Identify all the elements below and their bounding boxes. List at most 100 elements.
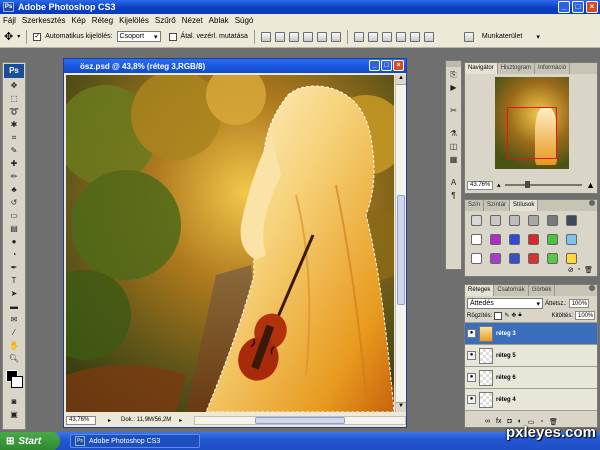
character-icon[interactable]: A xyxy=(447,177,461,188)
layers-menu-icon[interactable] xyxy=(589,285,595,291)
style-swatch[interactable] xyxy=(471,215,482,226)
pen-tool-icon[interactable]: ✒ xyxy=(5,262,23,273)
tab-info[interactable]: Információ xyxy=(535,63,571,74)
align-left-icon[interactable] xyxy=(302,31,313,42)
distribute-left-icon[interactable] xyxy=(395,31,406,42)
menu-window[interactable]: Ablak xyxy=(209,16,229,25)
lasso-tool-icon[interactable]: ➰ xyxy=(5,106,23,117)
style-swatch[interactable] xyxy=(509,215,520,226)
eye-icon[interactable]: ● xyxy=(467,373,476,382)
hand-tool-icon[interactable]: ✋ xyxy=(5,340,23,351)
shape-tool-icon[interactable]: ▬ xyxy=(5,301,23,312)
distribute-bottom-icon[interactable] xyxy=(381,31,392,42)
tab-layers[interactable]: Rétegek xyxy=(465,285,495,296)
gradient-tool-icon[interactable]: ▤ xyxy=(5,223,23,234)
navigator-zoom-field[interactable]: 43.76% xyxy=(467,180,493,190)
style-swatch[interactable] xyxy=(566,234,577,245)
style-swatch[interactable] xyxy=(471,253,482,264)
image-canvas[interactable] xyxy=(66,75,394,412)
minimize-button[interactable]: _ xyxy=(558,1,570,13)
blend-mode-select[interactable]: Áttedés ▾ xyxy=(467,298,543,309)
distribute-top-icon[interactable] xyxy=(353,31,364,42)
align-right-icon[interactable] xyxy=(330,31,341,42)
panel-menu-icon[interactable] xyxy=(589,200,595,206)
eyedropper-tool-icon[interactable]: ⁄ xyxy=(5,327,23,338)
layer-style-icon[interactable]: fx xyxy=(496,418,501,426)
new-style-icon[interactable]: ▫ xyxy=(578,266,580,274)
healing-brush-icon[interactable]: ✚ xyxy=(5,158,23,169)
layer-row-6[interactable]: ● réteg 6 xyxy=(465,367,597,389)
distribute-vcenter-icon[interactable] xyxy=(367,31,378,42)
h-scroll-thumb[interactable] xyxy=(255,416,346,424)
zoom-slider[interactable] xyxy=(504,181,583,188)
dodge-tool-icon[interactable]: ◔ xyxy=(5,249,23,260)
align-top-icon[interactable] xyxy=(260,31,271,42)
fill-field[interactable]: 100% xyxy=(575,311,595,320)
marquee-tool-icon[interactable]: ⬚ xyxy=(5,93,23,104)
brushes-icon[interactable]: ⚗ xyxy=(447,128,461,139)
align-hcenter-icon[interactable] xyxy=(316,31,327,42)
workspace-menu[interactable]: Munkaterület ▾ xyxy=(479,31,542,42)
path-selection-icon[interactable]: ➤ xyxy=(5,288,23,299)
tab-channels[interactable]: Csatornák xyxy=(494,285,529,296)
tab-styles[interactable]: Stílusok xyxy=(510,200,539,211)
style-swatch[interactable] xyxy=(528,215,539,226)
history-icon[interactable]: ⎘ xyxy=(447,69,461,80)
style-swatch[interactable] xyxy=(566,215,577,226)
clear-style-icon[interactable]: ⊘ xyxy=(568,266,574,274)
align-bottom-icon[interactable] xyxy=(288,31,299,42)
menu-help[interactable]: Súgó xyxy=(235,16,254,25)
color-swatches[interactable] xyxy=(3,368,25,394)
show-transform-checkbox[interactable] xyxy=(168,32,177,41)
scroll-down-arrow[interactable]: ▼ xyxy=(396,402,406,412)
tab-curves[interactable]: Görbék xyxy=(529,285,556,296)
clone-stamp-icon[interactable]: ♣ xyxy=(5,184,23,195)
screen-mode-icon[interactable]: ▣ xyxy=(5,409,23,420)
layer-row-4[interactable]: ● réteg 4 xyxy=(465,389,597,411)
style-swatch[interactable] xyxy=(490,215,501,226)
notes-tool-icon[interactable]: ✉ xyxy=(5,314,23,325)
taskbar-item-photoshop[interactable]: Ps Adobe Photoshop CS3 xyxy=(70,434,200,448)
style-swatch[interactable] xyxy=(490,253,501,264)
clone-source-icon[interactable]: ◫ xyxy=(447,141,461,152)
style-swatch[interactable] xyxy=(547,234,558,245)
tab-swatches[interactable]: Színtár xyxy=(484,200,511,211)
style-swatch[interactable] xyxy=(490,234,501,245)
brush-tool-icon[interactable]: ✏ xyxy=(5,171,23,182)
delete-style-icon[interactable]: 🗑︎ xyxy=(584,266,593,274)
distribute-right-icon[interactable] xyxy=(423,31,434,42)
scroll-up-arrow[interactable]: ▲ xyxy=(396,75,406,85)
distribute-hcenter-icon[interactable] xyxy=(409,31,420,42)
align-vcenter-icon[interactable] xyxy=(274,31,285,42)
magic-wand-icon[interactable]: ✱ xyxy=(5,119,23,130)
lock-pixels-icon[interactable]: ✎ xyxy=(504,312,509,319)
zoom-in-icon[interactable]: ▲ xyxy=(586,180,595,190)
move-tool-icon[interactable]: ✥ xyxy=(4,30,13,43)
style-swatch[interactable] xyxy=(509,253,520,264)
maximize-button[interactable]: □ xyxy=(572,1,584,13)
crop-tool-icon[interactable]: ⌗ xyxy=(5,132,23,143)
slice-tool-icon[interactable]: ✎ xyxy=(5,145,23,156)
zoom-slider-handle[interactable] xyxy=(524,181,530,188)
menu-edit[interactable]: Szerkesztés xyxy=(22,16,66,25)
document-window[interactable]: ösz.psd @ 43,8% (réteg 3,RGB/8) _ □ × ▲ … xyxy=(63,58,407,428)
zoom-tool-icon[interactable]: 🔍︎ xyxy=(5,353,23,364)
type-tool-icon[interactable]: T xyxy=(5,275,23,286)
navigator-thumbnail[interactable] xyxy=(495,77,569,169)
menu-select[interactable]: Kijelölés xyxy=(119,16,149,25)
lock-all-icon[interactable]: 🔒︎ xyxy=(518,312,521,319)
layer-row-3[interactable]: ● réteg 3 xyxy=(465,323,597,345)
zoom-field[interactable]: 43,76% xyxy=(66,415,96,425)
tool-preset-dropdown[interactable]: ▾ xyxy=(17,33,20,40)
eraser-tool-icon[interactable]: ▭ xyxy=(5,210,23,221)
actions-icon[interactable]: ▶ xyxy=(447,82,461,93)
doc-maximize-button[interactable]: □ xyxy=(381,60,392,71)
style-swatch[interactable] xyxy=(471,234,482,245)
move-tool-icon[interactable]: ✥ xyxy=(5,80,23,91)
background-color-swatch[interactable] xyxy=(11,376,23,388)
doc-close-button[interactable]: × xyxy=(393,60,404,71)
eye-icon[interactable]: ● xyxy=(467,351,476,360)
history-brush-icon[interactable]: ↺ xyxy=(5,197,23,208)
navigator-view-box[interactable] xyxy=(507,107,557,159)
layer-comps-icon[interactable]: ▦ xyxy=(447,154,461,165)
